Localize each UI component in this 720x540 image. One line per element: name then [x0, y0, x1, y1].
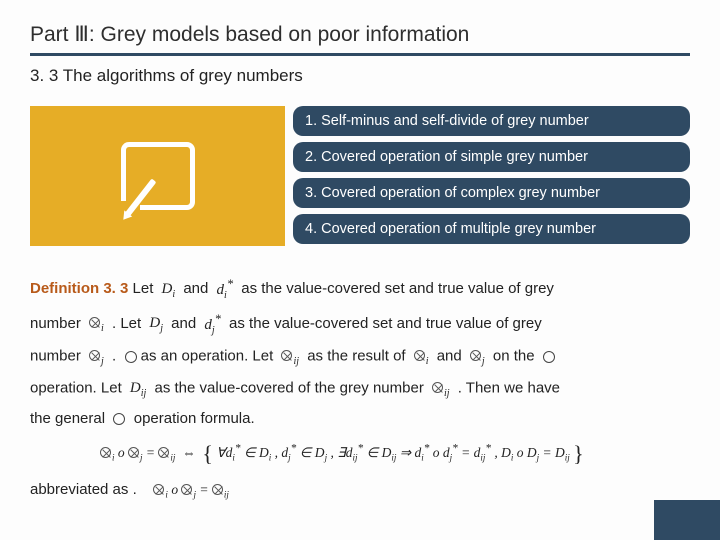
abbrev-row: abbreviated as . i o j = ij — [30, 481, 690, 500]
list-item: 1. Self-minus and self-divide of grey nu… — [293, 106, 690, 136]
text: abbreviated as . — [30, 481, 137, 498]
math-otimes-j: j — [89, 341, 104, 373]
text: the general — [30, 410, 105, 427]
list-item: 3. Covered operation of complex grey num… — [293, 178, 690, 208]
formula-block: i o j = ij ⇔ { ∀di* ∈ Di , dj* ∈ Dj , ∃d… — [30, 441, 690, 467]
text: as the result of — [307, 348, 405, 365]
text: as the value-covered set and true value … — [241, 280, 554, 297]
math-di-star: di* — [217, 272, 234, 307]
text: number — [30, 315, 81, 332]
text: . Let — [112, 315, 141, 332]
text: number — [30, 348, 81, 365]
icon-box — [30, 106, 285, 246]
text: . — [112, 348, 116, 365]
circle-op-icon — [113, 413, 125, 425]
corner-accent — [654, 500, 720, 540]
text: . Then we have — [458, 379, 560, 396]
math-otimes-j: j — [470, 341, 485, 373]
algorithm-list: 1. Self-minus and self-divide of grey nu… — [293, 106, 690, 246]
definition-label: Definition 3. 3 — [30, 280, 128, 297]
text: on the — [493, 348, 535, 365]
math-otimes-ij: ij — [281, 341, 299, 373]
math-otimes-i: i — [414, 341, 429, 373]
circle-op-icon — [543, 351, 555, 363]
circle-op-icon — [125, 351, 137, 363]
abbrev-formula: i o j = ij — [153, 482, 228, 497]
top-row: 1. Self-minus and self-divide of grey nu… — [30, 106, 690, 246]
general-formula: i o j = ij ⇔ { ∀di* ∈ Di , dj* ∈ Dj , ∃d… — [100, 445, 584, 460]
title-rule — [30, 53, 690, 56]
page-title: Part Ⅲ: Grey models based on poor inform… — [30, 22, 690, 53]
math-Dij: Dij — [130, 373, 146, 405]
text: as an operation. Let — [141, 348, 274, 365]
edit-icon — [121, 142, 195, 210]
section-subtitle: 3. 3 The algorithms of grey numbers — [30, 66, 690, 86]
math-otimes-i: i — [89, 308, 104, 340]
text: as the value-covered set and true value … — [229, 315, 542, 332]
math-dj-star: dj* — [204, 307, 221, 342]
text: operation. Let — [30, 379, 122, 396]
text: and — [437, 348, 462, 365]
text: and — [183, 280, 208, 297]
list-item: 2. Covered operation of simple grey numb… — [293, 142, 690, 172]
math-Dj: Dj — [149, 308, 163, 340]
math-Di: Di — [162, 274, 176, 306]
text: and — [171, 315, 196, 332]
list-item: 4. Covered operation of multiple grey nu… — [293, 214, 690, 244]
definition-text: Definition 3. 3 Let Di and di* as the va… — [30, 272, 690, 435]
text: operation formula. — [134, 410, 255, 427]
text: as the value-covered of the grey number — [155, 379, 424, 396]
math-otimes-ij: ij — [432, 373, 450, 405]
text: Let — [133, 280, 154, 297]
